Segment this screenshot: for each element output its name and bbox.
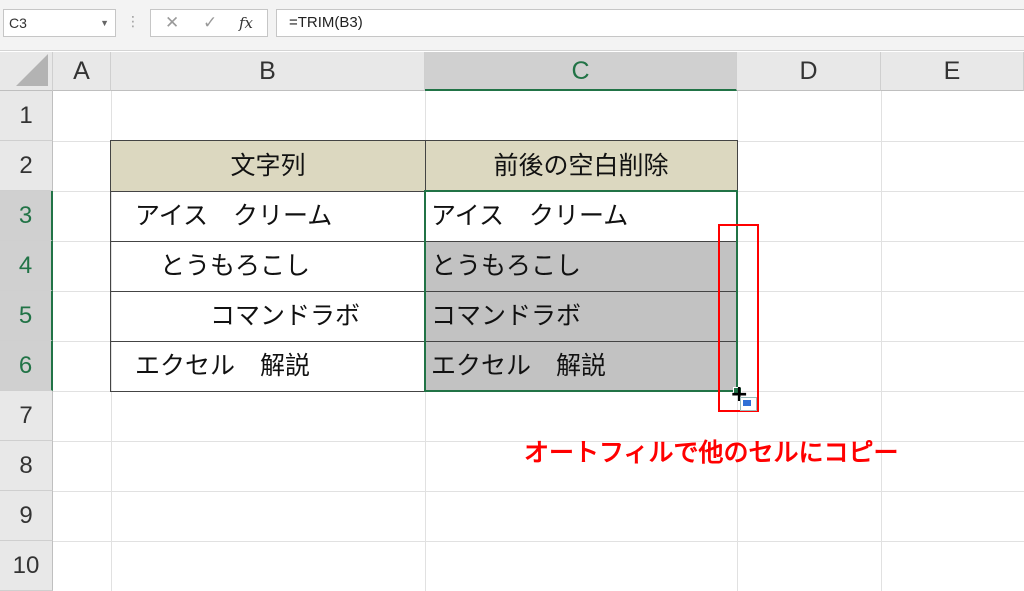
dropdown-arrow-icon[interactable]: ▼ [100, 10, 109, 36]
cell-b5[interactable]: コマンドラボ [111, 291, 425, 341]
cell-b2[interactable]: 文字列 [111, 141, 425, 191]
row-header-2[interactable]: 2 [0, 141, 53, 191]
grid-line [53, 491, 1024, 492]
enter-icon[interactable]: ✓ [203, 12, 217, 34]
cell-b3[interactable]: アイス クリーム [111, 191, 425, 241]
row-header-9[interactable]: 9 [0, 491, 53, 541]
column-header-e[interactable]: E [881, 52, 1024, 91]
formula-input[interactable]: =TRIM(B3) [276, 9, 1024, 37]
formula-bar-separator: ⋮ [126, 14, 140, 30]
formula-bar-buttons: ✕ ✓ fx [150, 9, 268, 37]
name-box-value: C3 [9, 15, 27, 31]
column-header-b[interactable]: B [111, 52, 425, 91]
column-header-a[interactable]: A [53, 52, 111, 91]
column-header-c[interactable]: C [425, 52, 737, 91]
row-header-3[interactable]: 3 [0, 191, 53, 241]
row-header-5[interactable]: 5 [0, 291, 53, 341]
name-box[interactable]: C3 ▼ [3, 9, 116, 37]
select-all-button[interactable] [0, 52, 53, 91]
cell-b6[interactable]: エクセル 解説 [111, 341, 425, 391]
row-header-6[interactable]: 6 [0, 341, 53, 391]
annotation-text: オートフィルで他のセルにコピー [524, 438, 899, 467]
cell-b4[interactable]: とうもろこし [111, 241, 425, 291]
row-header-8[interactable]: 8 [0, 441, 53, 491]
selection-range [424, 190, 738, 392]
grid-line [53, 541, 1024, 542]
cell-c2[interactable]: 前後の空白削除 [425, 141, 737, 191]
select-all-icon [16, 54, 48, 86]
cancel-icon[interactable]: ✕ [165, 12, 179, 34]
row-header-1[interactable]: 1 [0, 91, 53, 141]
column-header-d[interactable]: D [737, 52, 881, 91]
function-icon[interactable]: fx [239, 12, 253, 34]
formula-bar: C3 ▼ ⋮ ✕ ✓ fx =TRIM(B3) [0, 0, 1024, 51]
row-header-4[interactable]: 4 [0, 241, 53, 291]
row-header-10[interactable]: 10 [0, 541, 53, 591]
autofill-options-icon[interactable] [740, 397, 757, 411]
row-header-7[interactable]: 7 [0, 391, 53, 441]
